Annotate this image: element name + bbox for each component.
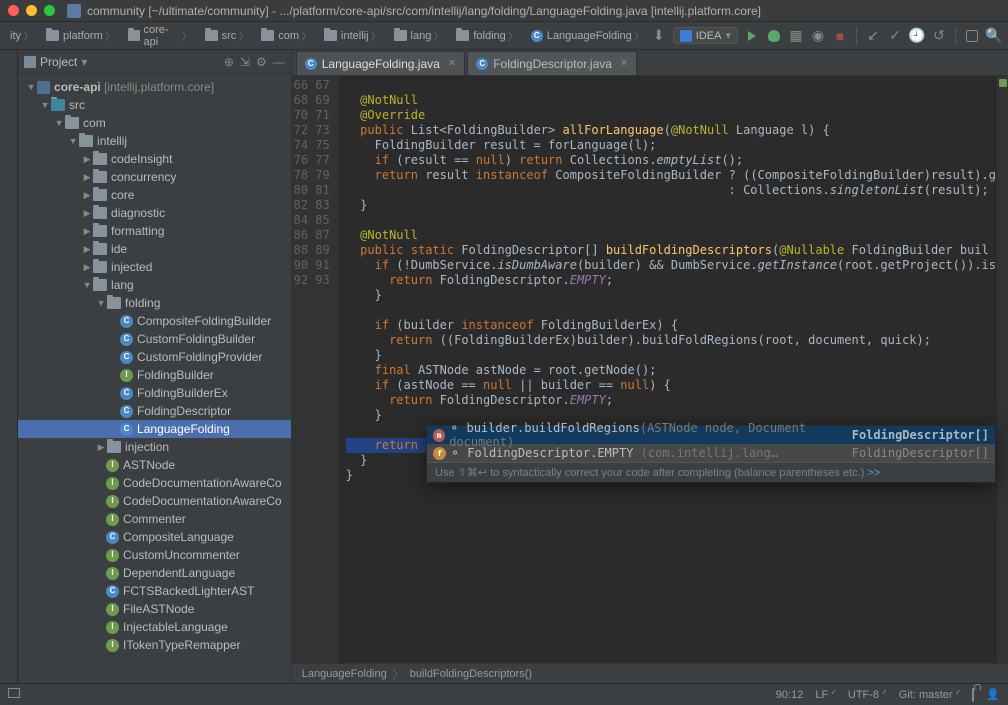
navigation-breadcrumbs[interactable]: ity〉 platform〉 core-api〉 src〉 com〉 intel… [6, 22, 651, 50]
stop-button[interactable]: ■ [832, 28, 848, 44]
line-gutter[interactable]: 66 67 68 69 70 71 72 73 74 75 76 77 78 7… [292, 76, 338, 663]
inspection-indicator [999, 79, 1007, 87]
minimize-window-button[interactable] [26, 5, 37, 16]
package-icon [79, 135, 93, 147]
folder-icon [51, 99, 65, 111]
folder-icon [324, 30, 337, 41]
editor-tab[interactable]: CFoldingDescriptor.java✕ [467, 51, 637, 75]
folder-icon [128, 30, 140, 41]
close-window-button[interactable] [8, 5, 19, 16]
hide-icon[interactable]: — [273, 55, 285, 69]
vcs-update-button[interactable]: ↙ [865, 28, 881, 44]
tree-selected-item: CLanguageFolding [18, 420, 291, 438]
line-separator[interactable]: LF ᐟ [815, 688, 836, 701]
window-title: community [~/ultimate/community] - .../p… [87, 4, 761, 18]
folder-icon [394, 30, 407, 41]
module-icon [37, 81, 50, 94]
folder-icon [46, 30, 59, 41]
run-button[interactable] [744, 28, 760, 44]
scroll-from-source-icon[interactable]: ⊕ [224, 55, 234, 69]
vcs-revert-button[interactable]: ↺ [931, 28, 947, 44]
vcs-commit-button[interactable]: ✓ [887, 28, 903, 44]
collapse-all-icon[interactable]: ⇲ [240, 55, 250, 69]
file-encoding[interactable]: UTF-8 ᐟ [848, 688, 887, 701]
field-icon: f [433, 447, 446, 460]
crumb: CLanguageFolding〉 [527, 26, 651, 46]
hint-more-link[interactable]: >> [867, 467, 880, 479]
method-icon: m [433, 429, 445, 442]
crumb: folding〉 [452, 26, 524, 46]
completion-item[interactable]: m⚬ builder.buildFoldRegions(ASTNode node… [427, 426, 995, 444]
error-stripe[interactable] [996, 76, 1008, 663]
class-icon: C [531, 30, 543, 42]
completion-item[interactable]: f⚬ FoldingDescriptor.EMPTY (com.intellij… [427, 444, 995, 462]
idea-app-icon [680, 30, 692, 42]
profile-button[interactable]: ◉ [810, 28, 826, 44]
code-editor[interactable]: @NotNull @Override public List<FoldingBu… [338, 76, 996, 663]
folder-icon [456, 30, 469, 41]
close-icon[interactable]: ✕ [620, 58, 628, 69]
completion-hint: Use ⇧⌘↩ to syntactically correct your co… [427, 462, 995, 482]
code-completion-popup[interactable]: m⚬ builder.buildFoldRegions(ASTNode node… [426, 425, 996, 483]
folder-icon [261, 30, 274, 41]
build-icon[interactable]: ⬇︎ [651, 28, 667, 44]
folder-icon [205, 30, 218, 41]
coverage-button[interactable]: ▦ [788, 28, 804, 44]
git-branch[interactable]: Git: master ᐟ [899, 688, 961, 701]
status-bar: 90:12 LF ᐟ UTF-8 ᐟ Git: master ᐟ 👤 [0, 683, 1008, 705]
hector-icon[interactable]: 👤 [986, 688, 1000, 701]
project-tree[interactable]: core-api [intellij.platform.core] src co… [18, 74, 291, 683]
settings-gear-icon[interactable]: ⚙ [256, 55, 267, 69]
vcs-history-button[interactable]: 🕘 [909, 28, 925, 44]
zoom-window-button[interactable] [44, 5, 55, 16]
crumb: core-api〉 [124, 22, 199, 50]
tool-window-stripe[interactable] [0, 50, 18, 683]
editor-tabs: CLanguageFolding.java✕ CFoldingDescripto… [292, 50, 1008, 76]
crumb: platform〉 [42, 26, 122, 46]
crumb: src〉 [201, 26, 256, 46]
project-tool-window: Project ▾ ⊕ ⇲ ⚙ — core-api [intellij.pla… [18, 50, 292, 683]
crumb: com〉 [257, 26, 318, 46]
project-icon [67, 4, 81, 18]
project-view-selector[interactable]: Project ▾ [24, 55, 87, 69]
editor-breadcrumbs[interactable]: LanguageFolding〉buildFoldingDescriptors(… [292, 663, 1008, 683]
close-icon[interactable]: ✕ [448, 58, 456, 69]
debug-button[interactable] [766, 28, 782, 44]
editor-tab[interactable]: CLanguageFolding.java✕ [296, 51, 466, 75]
structure-button[interactable] [964, 28, 980, 44]
package-icon [65, 117, 79, 129]
crumb: ity〉 [6, 26, 40, 46]
titlebar: community [~/ultimate/community] - .../p… [0, 0, 1008, 22]
crumb: intellij〉 [320, 26, 388, 46]
read-only-toggle[interactable] [972, 689, 974, 701]
run-config-selector[interactable]: IDEA ▾ [673, 27, 738, 44]
crumb: lang〉 [390, 26, 451, 46]
caret-position[interactable]: 90:12 [776, 689, 804, 701]
tool-windows-icon[interactable] [8, 688, 20, 698]
search-everywhere-button[interactable]: 🔍 [986, 28, 1002, 44]
